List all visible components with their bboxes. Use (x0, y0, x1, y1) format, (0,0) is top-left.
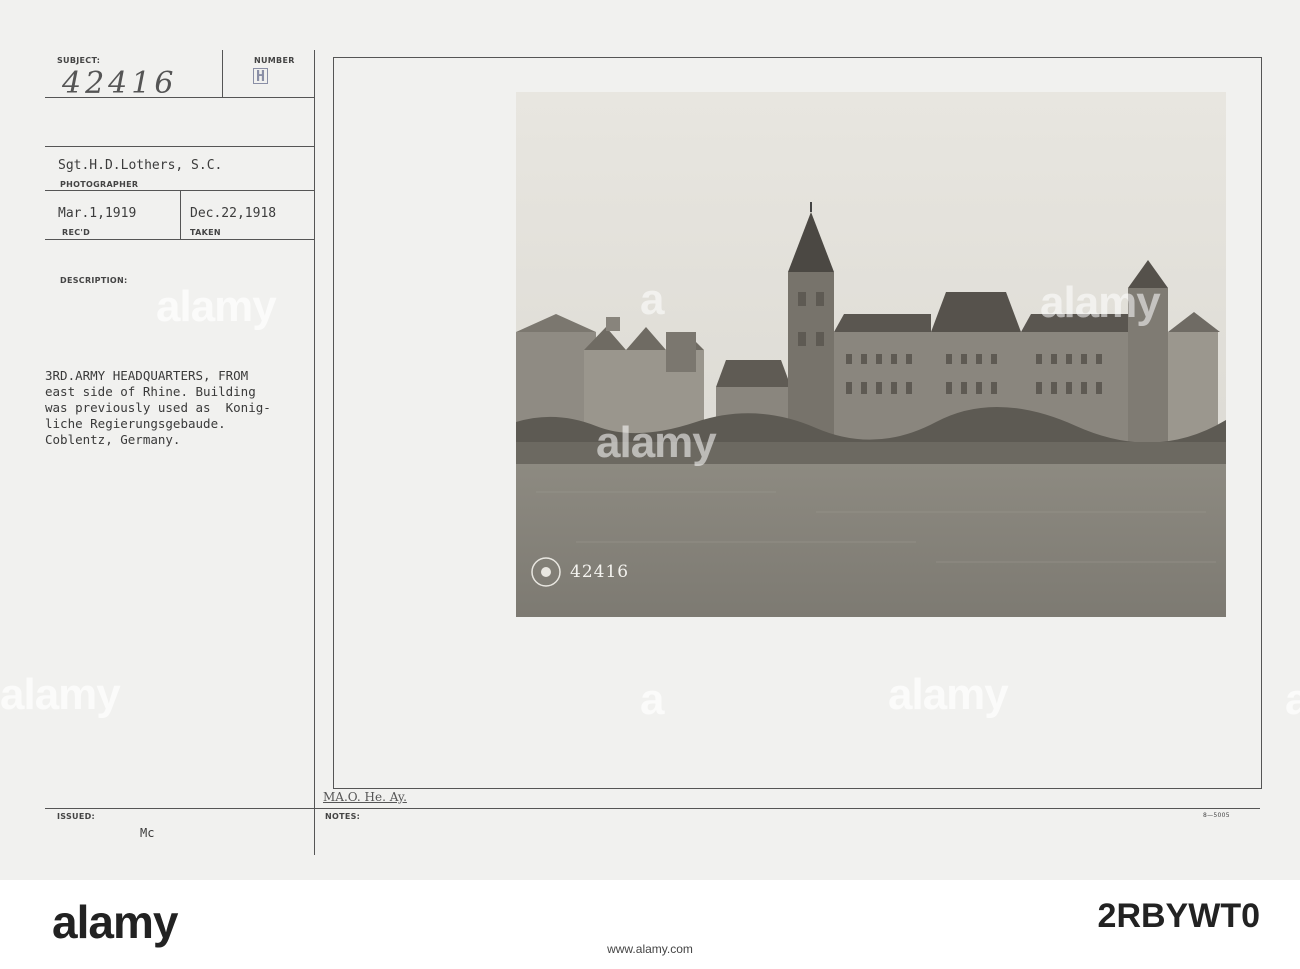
frame-left (333, 57, 334, 789)
received-label: REC'D (62, 228, 91, 237)
frame-top (333, 57, 1262, 58)
photograph: 42416 (516, 92, 1226, 617)
number-value: H (253, 68, 269, 84)
description-label: DESCRIPTION: (60, 276, 128, 285)
taken-label: TAKEN (190, 228, 221, 237)
frame-bottom (333, 788, 1262, 789)
watermark-8: a (1285, 675, 1300, 724)
subject-number-divider (222, 50, 223, 98)
subject-value: 42416 (62, 66, 178, 101)
watermark-6: a (640, 275, 665, 324)
archive-card: SUBJECT: 42416 NUMBER H Sgt.H.D.Lothers,… (0, 0, 1300, 880)
received-value: Mar.1,1919 (58, 206, 137, 221)
taken-value: Dec.22,1918 (190, 206, 277, 221)
subject-label: SUBJECT: (57, 56, 101, 65)
footer-logo: alamy (52, 896, 178, 948)
photographer-value: Sgt.H.D.Lothers, S.C. (58, 158, 223, 173)
watermark-1: alamy (156, 282, 277, 331)
dates-bottom-rule (45, 239, 315, 240)
watermark-5: alamy (888, 670, 1009, 719)
issued-rule (45, 808, 1260, 809)
watermark-7: a (640, 675, 665, 724)
watermark-4: alamy (0, 670, 121, 719)
notes-value: MA.O. He. Ay. (323, 790, 407, 804)
number-label: NUMBER (254, 56, 295, 65)
watermark-2: alamy (1040, 278, 1161, 327)
form-number: 8—5005 (1203, 812, 1230, 819)
frame-right (1261, 57, 1262, 789)
photographer-rule (45, 146, 315, 147)
photographer-label: PHOTOGRAPHER (60, 180, 139, 189)
left-column-divider (314, 50, 315, 855)
description-text: 3RD.ARMY HEADQUARTERS, FROM east side of… (45, 368, 271, 447)
footer-image-id: 2RBYWT0 (1097, 897, 1260, 935)
issued-value: Mc (140, 826, 155, 840)
photo-number: 42416 (570, 562, 630, 582)
headquarters-photo (516, 92, 1226, 617)
dates-divider (180, 190, 181, 240)
notes-label: NOTES: (325, 812, 361, 821)
watermark-3: alamy (596, 418, 717, 467)
footer-credit: www.alamy.com (607, 942, 693, 956)
issued-label: ISSUED: (57, 812, 96, 821)
